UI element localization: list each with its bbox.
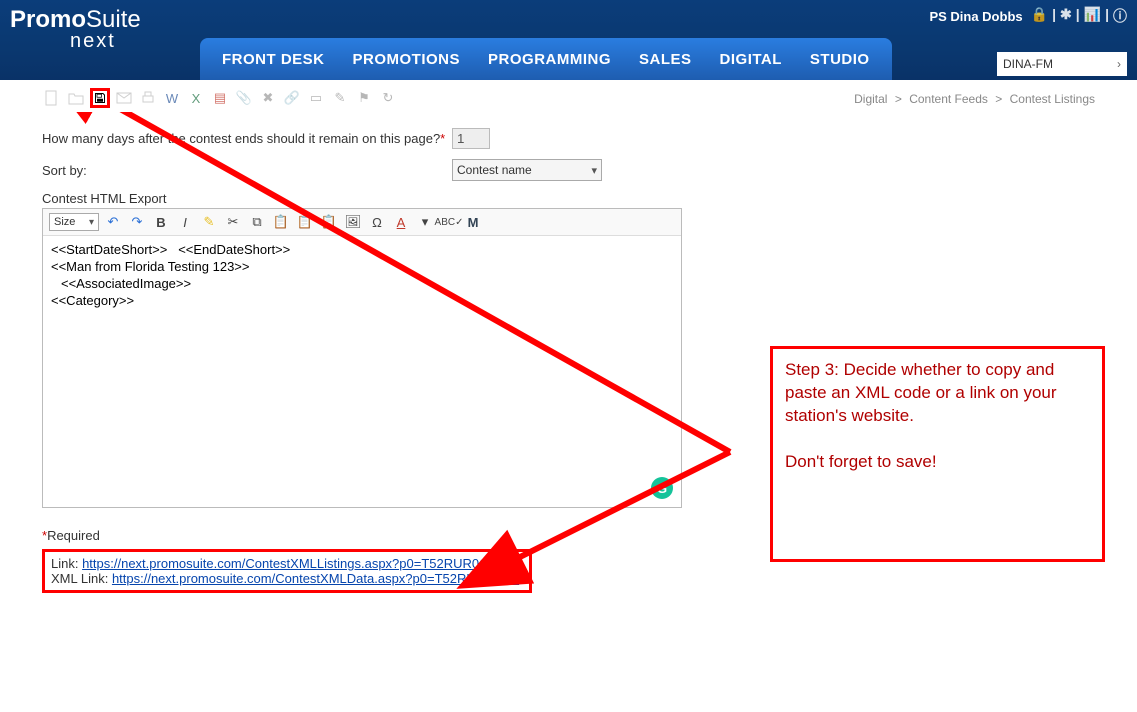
sep: | [1105, 6, 1109, 26]
print-icon[interactable] [138, 88, 158, 108]
app-logo: PromoSuite next [10, 6, 141, 53]
pdf-icon[interactable]: ▤ [210, 88, 230, 108]
omega-icon[interactable]: Ω [367, 213, 387, 231]
paste-icon[interactable]: 📋 [271, 213, 291, 231]
mail-icon[interactable] [114, 88, 134, 108]
station-selector[interactable]: DINA-FM [997, 52, 1127, 76]
italic-icon[interactable]: I [175, 213, 195, 231]
nav-front-desk[interactable]: FRONT DESK [208, 41, 339, 78]
main-nav: FRONT DESK PROMOTIONS PROGRAMMING SALES … [200, 38, 1137, 80]
nav-sales[interactable]: SALES [625, 41, 706, 78]
callout-para2: Don't forget to save! [785, 451, 1090, 474]
nav-programming[interactable]: PROGRAMMING [474, 41, 625, 78]
page-toolbar: W X ▤ 📎 ✖ 🔗 ▭ ✎ ⚑ ↻ Digital > Content Fe… [0, 80, 1137, 112]
link-icon[interactable]: 🔗 [282, 88, 302, 108]
sep: | [1076, 6, 1080, 26]
links-box: Link: https://next.promosuite.com/Contes… [42, 549, 532, 593]
user-name[interactable]: PS Dina Dobbs [929, 9, 1022, 24]
image-icon[interactable]: 🖼 [343, 213, 363, 231]
flag-icon[interactable]: ⚑ [354, 88, 374, 108]
undo-icon[interactable]: ↶ [103, 213, 123, 231]
user-area: PS Dina Dobbs 🔒 | ✱ | 📊 | ⓘ [929, 6, 1127, 26]
delete-icon[interactable]: ✖ [258, 88, 278, 108]
merge-field-icon[interactable]: M [463, 213, 483, 231]
editor-toolbar: Size ↶ ↷ B I ✎ ✂ ⧉ 📋 📋 📋 🖼 Ω A ▾ ABC✓ M [43, 209, 681, 236]
contest-link[interactable]: https://next.promosuite.com/ContestXMLLi… [82, 556, 506, 571]
card-icon[interactable]: ▭ [306, 88, 326, 108]
excel-icon[interactable]: X [186, 88, 206, 108]
header-bar: PromoSuite next PS Dina Dobbs 🔒 | ✱ | 📊 … [0, 0, 1137, 80]
cut-icon[interactable]: ✂ [223, 213, 243, 231]
open-icon[interactable] [66, 88, 86, 108]
sort-label: Sort by: [42, 163, 452, 178]
dropdown-icon[interactable]: ▾ [415, 213, 435, 231]
settings-icon[interactable]: ✱ [1060, 6, 1072, 26]
annotation-callout: Step 3: Decide whether to copy and paste… [770, 346, 1105, 562]
nav-studio[interactable]: STUDIO [796, 41, 884, 78]
attach-icon[interactable]: 📎 [234, 88, 254, 108]
save-button[interactable] [90, 88, 110, 108]
font-size-select[interactable]: Size [49, 213, 99, 231]
logo-part2: Suite [86, 6, 141, 33]
redo-icon[interactable]: ↷ [127, 213, 147, 231]
text-color-icon[interactable]: A [391, 213, 411, 231]
callout-para1: Step 3: Decide whether to copy and paste… [785, 359, 1090, 428]
editor-textarea[interactable]: <<StartDateShort>> <<EndDateShort>> <<Ma… [43, 236, 681, 506]
spellcheck-icon[interactable]: ABC✓ [439, 213, 459, 231]
days-label: How many days after the contest ends sho… [42, 131, 452, 146]
link-label: Link: [51, 556, 82, 571]
new-icon[interactable] [42, 88, 62, 108]
editor-section-label: Contest HTML Export [42, 191, 1095, 206]
logo-part1: Promo [10, 6, 86, 33]
refresh-icon[interactable]: ↻ [378, 88, 398, 108]
highlight-icon[interactable]: ✎ [199, 213, 219, 231]
sep: | [1052, 6, 1056, 26]
paste-word-icon[interactable]: 📋 [319, 213, 339, 231]
xml-link-label: XML Link: [51, 571, 112, 586]
bold-icon[interactable]: B [151, 213, 171, 231]
days-input[interactable] [452, 128, 490, 149]
word-icon[interactable]: W [162, 88, 182, 108]
edit-icon[interactable]: ✎ [330, 88, 350, 108]
content-area: How many days after the contest ends sho… [0, 112, 1137, 605]
nav-promotions[interactable]: PROMOTIONS [339, 41, 475, 78]
sort-value: Contest name [457, 163, 532, 177]
lock-icon[interactable]: 🔒 [1031, 6, 1048, 26]
help-icon[interactable]: ⓘ [1113, 6, 1127, 26]
sort-select[interactable]: Contest name [452, 159, 602, 181]
contest-xml-link[interactable]: https://next.promosuite.com/ContestXMLDa… [112, 571, 519, 586]
html-editor: Size ↶ ↷ B I ✎ ✂ ⧉ 📋 📋 📋 🖼 Ω A ▾ ABC✓ M … [42, 208, 682, 508]
crumb-1[interactable]: Digital [854, 92, 887, 106]
nav-digital[interactable]: DIGITAL [706, 41, 796, 78]
crumb-3[interactable]: Contest Listings [1010, 92, 1095, 106]
stats-icon[interactable]: 📊 [1084, 6, 1101, 26]
grammarly-icon[interactable]: G [651, 477, 673, 499]
paste-plain-icon[interactable]: 📋 [295, 213, 315, 231]
copy-icon[interactable]: ⧉ [247, 213, 267, 231]
station-value: DINA-FM [1003, 57, 1053, 71]
crumb-2[interactable]: Content Feeds [909, 92, 988, 106]
breadcrumb: Digital > Content Feeds > Contest Listin… [854, 92, 1095, 106]
